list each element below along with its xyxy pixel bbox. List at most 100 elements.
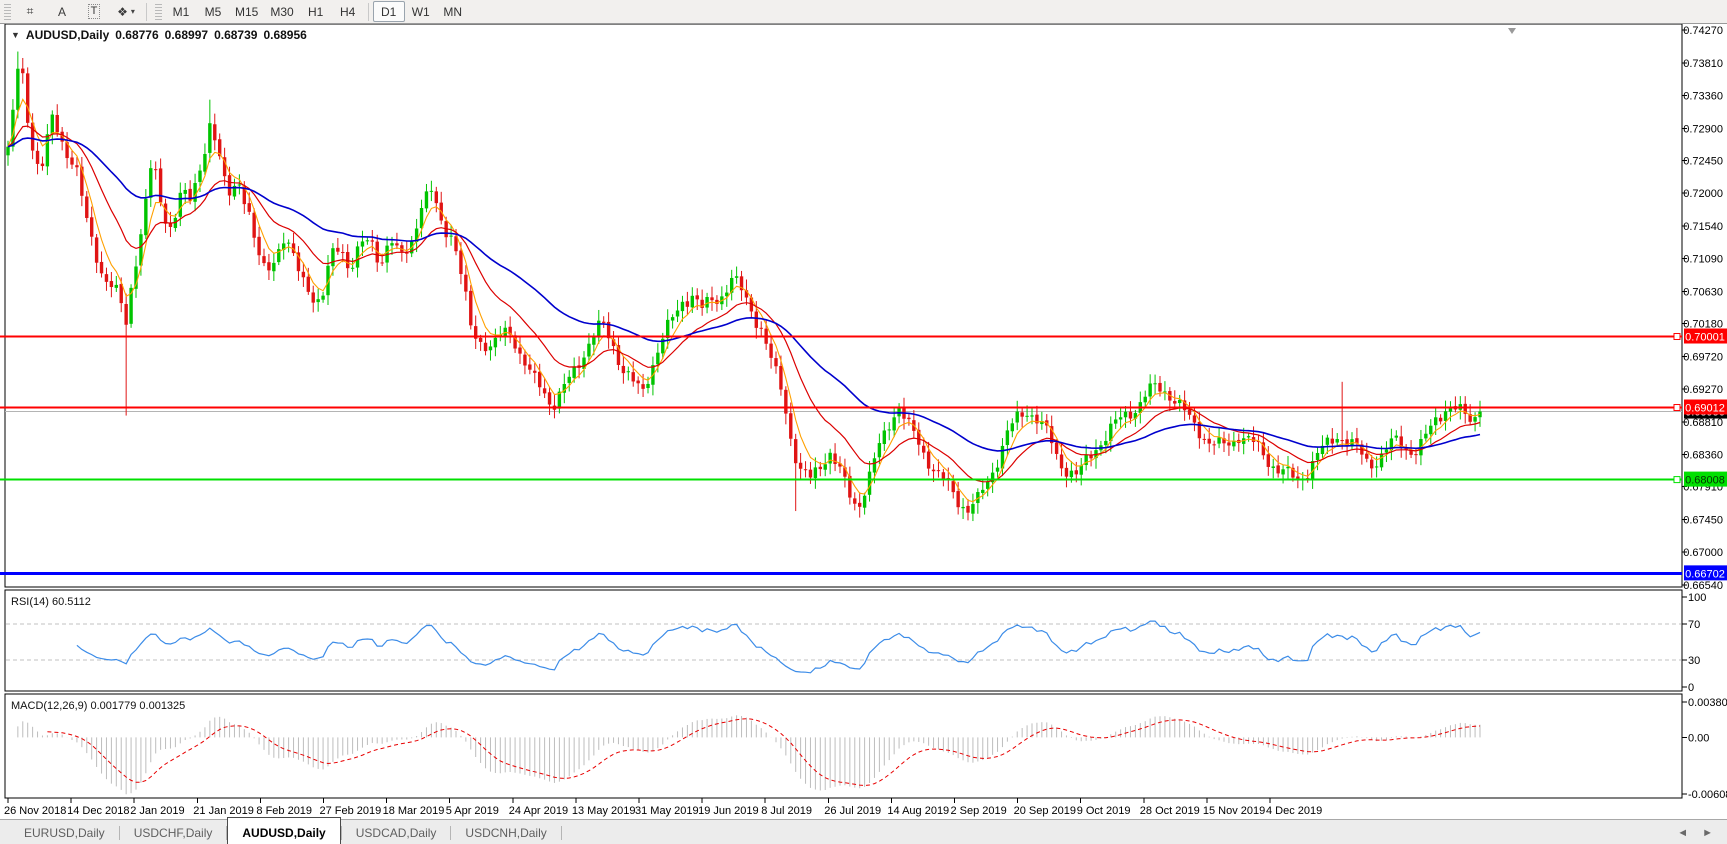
price-tick-label: 0.67000: [1683, 547, 1723, 559]
tab-eurusd[interactable]: EURUSD,Daily: [10, 820, 119, 844]
date-tick-label: 26 Jul 2019: [824, 805, 881, 817]
quote-close: 0.68956: [263, 28, 306, 42]
date-tick-label: 18 Mar 2019: [383, 805, 445, 817]
svg-text:70: 70: [1688, 619, 1700, 631]
price-tick-label: 0.69720: [1683, 352, 1723, 364]
mt4-window: ⌗ A T ❖▾ M1M5M15M30H1H4 D1W1MN 0.74270 0.7381…: [0, 0, 1727, 844]
date-tick-label: 26 Nov 2018: [4, 805, 66, 817]
date-tick-label: 2 Jan 2019: [130, 805, 184, 817]
crosshair-grid-icon[interactable]: ⌗: [14, 1, 46, 22]
tabbar-scroll-right-icon[interactable]: ►: [1702, 827, 1713, 839]
date-tick-label: 21 Jan 2019: [193, 805, 254, 817]
date-tick-label: 20 Sep 2019: [1014, 805, 1076, 817]
timeframe-d1-button[interactable]: D1: [373, 1, 405, 22]
macd-label: MACD(12,26,9) 0.001779 0.001325: [11, 700, 185, 712]
time-axis: 26 Nov 201814 Dec 20182 Jan 2019 21 Jan 2…: [4, 798, 1322, 817]
price-tick-label: 0.74270: [1683, 25, 1723, 37]
svg-text:0.00: 0.00: [1688, 732, 1709, 744]
price-tick-label: 0.66540: [1683, 580, 1723, 592]
tab-usdchf[interactable]: USDCHF,Daily: [120, 820, 227, 844]
rsi-label: RSI(14) 60.5112: [11, 596, 91, 608]
symbol-title[interactable]: ▼ AUDUSD,Daily 0.68776 0.68997 0.68739 0…: [11, 28, 307, 42]
date-tick-label: 19 Jun 2019: [698, 805, 759, 817]
svg-text:0.66702: 0.66702: [1685, 568, 1725, 580]
date-tick-label: 8 Feb 2019: [256, 805, 312, 817]
date-tick-label: 15 Nov 2019: [1203, 805, 1265, 817]
price-tick-label: 0.68810: [1683, 417, 1723, 429]
toolbar-grip-2[interactable]: [155, 4, 162, 20]
date-tick-label: 5 Apr 2019: [446, 805, 499, 817]
hline-handle-0.69012[interactable]: [1674, 405, 1680, 411]
object-style-icon: ❖: [117, 5, 128, 19]
text-annotation-icon[interactable]: A: [46, 1, 78, 22]
date-tick-label: 4 Dec 2019: [1266, 805, 1322, 817]
object-style-icon[interactable]: ❖▾: [110, 1, 142, 22]
price-tick-label: 0.70630: [1683, 286, 1723, 298]
timeframe-mn-button[interactable]: MN: [437, 1, 469, 22]
symbol-name: AUDUSD,Daily: [26, 28, 109, 42]
price-tick-label: 0.71540: [1683, 221, 1723, 233]
price-tick-label: 0.67450: [1683, 515, 1723, 527]
text-annotation-icon: A: [58, 5, 66, 19]
price-tick-label: 0.72000: [1683, 188, 1723, 200]
price-tick-label: 0.69270: [1683, 384, 1723, 396]
date-tick-label: 28 Oct 2019: [1140, 805, 1200, 817]
tab-usdcad[interactable]: USDCAD,Daily: [342, 820, 451, 844]
tab-audusd[interactable]: AUDUSD,Daily: [227, 817, 340, 844]
quote-open: 0.68776: [115, 28, 158, 42]
timeframe-m5-button[interactable]: M5: [197, 1, 229, 22]
hline-handle-0.68008[interactable]: [1674, 477, 1680, 483]
svg-text:0.69012: 0.69012: [1685, 403, 1725, 415]
toolbar: ⌗ A T ❖▾ M1M5M15M30H1H4 D1W1MN: [0, 0, 1727, 24]
timeframe-h4-button[interactable]: H4: [332, 1, 364, 22]
price-tick-label: 0.72900: [1683, 123, 1723, 135]
date-tick-label: 31 May 2019: [635, 805, 699, 817]
toolbar-separator: [146, 3, 147, 21]
collapse-arrow-icon[interactable]: ▼: [11, 30, 20, 40]
svg-text:0.70001: 0.70001: [1685, 332, 1725, 344]
price-tick-label: 0.73360: [1683, 90, 1723, 102]
svg-text:0.003804: 0.003804: [1688, 697, 1727, 709]
chart-tabbar: EURUSD,DailyUSDCHF,DailyAUDUSD,DailyUSDC…: [0, 819, 1727, 844]
price-tick-label: 0.71090: [1683, 253, 1723, 265]
svg-text:0: 0: [1688, 682, 1694, 694]
hline-handle-0.70001[interactable]: [1674, 334, 1680, 340]
text-label-icon: T: [88, 4, 101, 19]
tabbar-scroll-left-icon[interactable]: ◄: [1677, 827, 1688, 839]
price-tick-label: 0.68360: [1683, 449, 1723, 461]
quote-low: 0.68739: [214, 28, 257, 42]
price-axis: 0.74270 0.73810 0.73360 0.72900 0.72450 0.720…: [1682, 25, 1727, 592]
date-tick-label: 9 Oct 2019: [1077, 805, 1131, 817]
rsi-panel[interactable]: [5, 590, 1682, 691]
dropdown-caret-icon: ▾: [131, 7, 135, 16]
toolbar-grip[interactable]: [4, 4, 11, 20]
text-label-icon[interactable]: T: [78, 1, 110, 22]
date-tick-label: 8 Jul 2019: [761, 805, 812, 817]
macd-axis: 0.003804 0.00 -0.006087: [1682, 697, 1727, 801]
svg-text:100: 100: [1688, 592, 1706, 604]
date-tick-label: 24 Apr 2019: [509, 805, 568, 817]
macd-panel[interactable]: [5, 694, 1682, 798]
date-tick-label: 13 May 2019: [572, 805, 636, 817]
svg-text:30: 30: [1688, 655, 1700, 667]
timeframe-w1-button[interactable]: W1: [405, 1, 437, 22]
svg-text:0.68008: 0.68008: [1685, 475, 1725, 487]
chart-canvas[interactable]: 0.74270 0.73810 0.73360 0.72900 0.72450 0.720…: [0, 0, 1727, 844]
tab-usdcnh[interactable]: USDCNH,Daily: [451, 820, 560, 844]
crosshair-grid-icon: ⌗: [27, 4, 34, 19]
svg-text:-0.006087: -0.006087: [1688, 789, 1727, 801]
date-tick-label: 27 Feb 2019: [320, 805, 382, 817]
timeframe-m1-button[interactable]: M1: [165, 1, 197, 22]
timeframe-m15-button[interactable]: M15: [229, 1, 264, 22]
date-tick-label: 14 Dec 2018: [67, 805, 129, 817]
date-tick-label: 2 Sep 2019: [951, 805, 1007, 817]
rsi-axis: 100 70 30 0: [1682, 592, 1706, 694]
price-tick-label: 0.72450: [1683, 156, 1723, 168]
timeframe-h1-button[interactable]: H1: [300, 1, 332, 22]
tab-separator: [561, 826, 562, 840]
main-panel[interactable]: [5, 24, 1682, 587]
timeframe-m30-button[interactable]: M30: [264, 1, 299, 22]
price-tick-label: 0.73810: [1683, 58, 1723, 70]
date-tick-label: 14 Aug 2019: [887, 805, 949, 817]
quote-high: 0.68997: [165, 28, 208, 42]
